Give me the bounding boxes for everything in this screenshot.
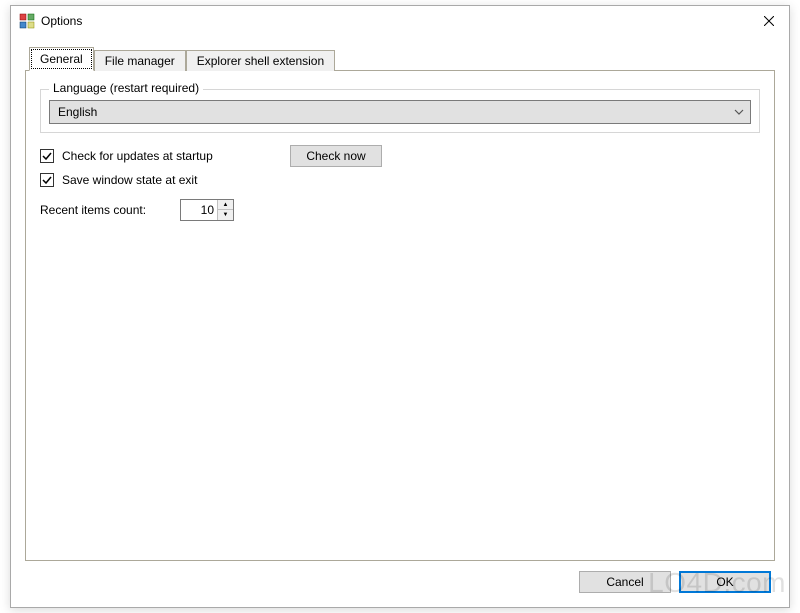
language-selected-value: English bbox=[58, 105, 97, 119]
dialog-footer: Cancel OK bbox=[25, 561, 775, 597]
recent-items-spinner[interactable]: 10 ▲ ▼ bbox=[180, 199, 234, 221]
check-updates-row: Check for updates at startup Check now bbox=[40, 145, 760, 167]
ok-button[interactable]: OK bbox=[679, 571, 771, 593]
recent-items-row: Recent items count: 10 ▲ ▼ bbox=[40, 199, 760, 221]
client-area: General File manager Explorer shell exte… bbox=[11, 36, 789, 607]
chevron-down-icon bbox=[734, 107, 744, 118]
tab-strip: General File manager Explorer shell exte… bbox=[29, 46, 775, 70]
recent-items-value: 10 bbox=[181, 203, 217, 217]
window-title: Options bbox=[41, 14, 749, 28]
close-icon bbox=[764, 16, 774, 26]
language-group-label: Language (restart required) bbox=[49, 81, 203, 95]
spinner-buttons: ▲ ▼ bbox=[217, 200, 233, 220]
spinner-down-button[interactable]: ▼ bbox=[218, 210, 233, 220]
recent-items-label: Recent items count: bbox=[40, 203, 172, 217]
app-icon bbox=[19, 13, 35, 29]
save-window-state-label: Save window state at exit bbox=[62, 173, 197, 187]
save-window-state-checkbox[interactable] bbox=[40, 173, 54, 187]
checkmark-icon bbox=[42, 175, 52, 185]
tab-general[interactable]: General bbox=[29, 47, 94, 71]
checkmark-icon bbox=[42, 151, 52, 161]
check-updates-label: Check for updates at startup bbox=[62, 149, 282, 163]
check-updates-checkbox[interactable] bbox=[40, 149, 54, 163]
titlebar: Options bbox=[11, 6, 789, 36]
options-window: Options General File manager Explorer sh… bbox=[10, 5, 790, 608]
language-select[interactable]: English bbox=[49, 100, 751, 124]
check-now-button[interactable]: Check now bbox=[290, 145, 382, 167]
cancel-button[interactable]: Cancel bbox=[579, 571, 671, 593]
tab-file-manager[interactable]: File manager bbox=[94, 50, 186, 71]
language-groupbox: Language (restart required) English bbox=[40, 89, 760, 133]
tab-panel-general: Language (restart required) English Chec… bbox=[25, 70, 775, 561]
tab-explorer-shell-extension[interactable]: Explorer shell extension bbox=[186, 50, 335, 71]
spinner-up-button[interactable]: ▲ bbox=[218, 200, 233, 210]
save-window-state-row: Save window state at exit bbox=[40, 173, 760, 187]
close-button[interactable] bbox=[749, 6, 789, 36]
